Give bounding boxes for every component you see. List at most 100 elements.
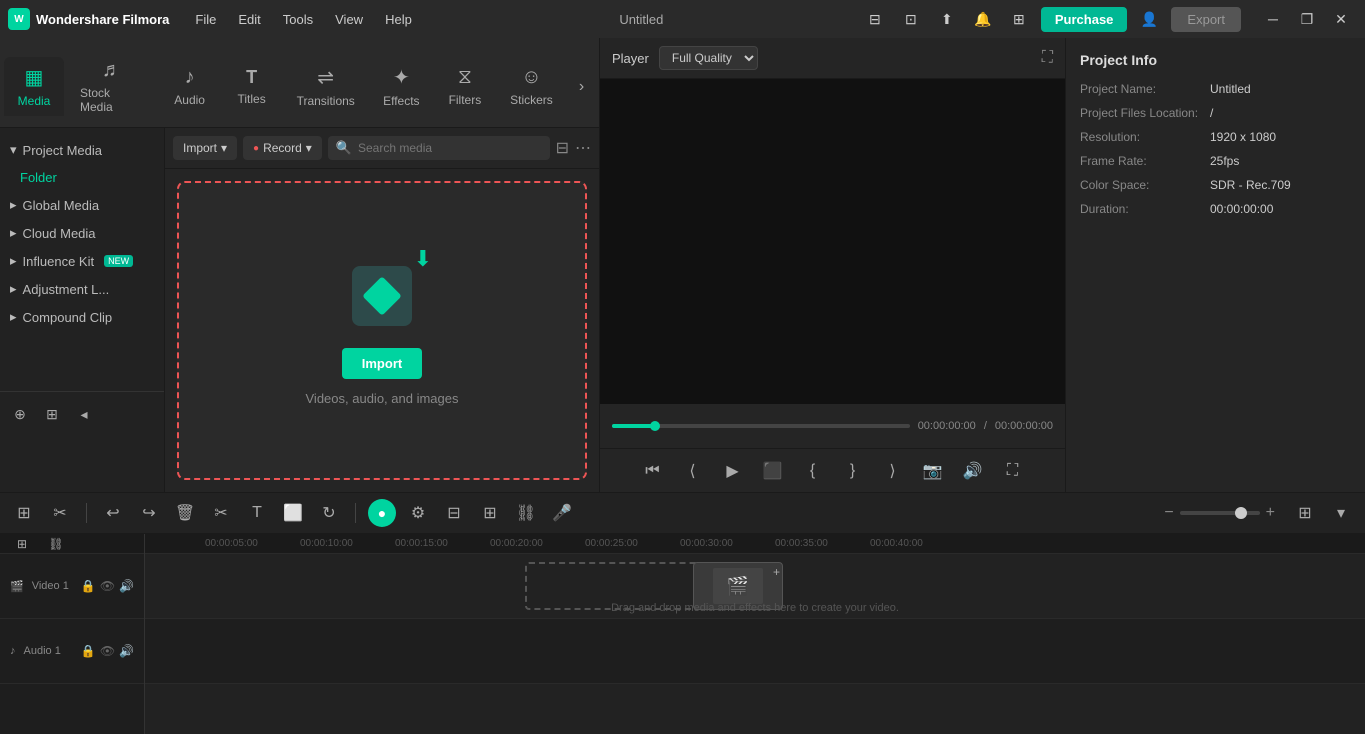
timeline-delete-icon[interactable]: 🗑 bbox=[171, 499, 199, 527]
player-step-back-icon[interactable]: ⟨ bbox=[678, 456, 708, 486]
timeline-split-icon[interactable]: ⊟ bbox=[440, 499, 468, 527]
track-link-icon[interactable]: ⛓ bbox=[42, 530, 70, 558]
timeline-tool-trim-icon[interactable]: ✂ bbox=[46, 499, 74, 527]
player-header: Player Full Quality 1/2 Quality 1/4 Qual… bbox=[600, 38, 1065, 79]
tab-audio[interactable]: ♪ Audio bbox=[160, 58, 220, 115]
sidebar-item-global-media[interactable]: ▸ Global Media bbox=[0, 191, 164, 219]
fullscreen-icon[interactable]: ⊡ bbox=[897, 5, 925, 33]
player-fullscreen-icon[interactable]: ⛶ bbox=[1042, 49, 1053, 67]
toolbar-separator-2 bbox=[355, 503, 356, 523]
zoom-slider[interactable] bbox=[1180, 511, 1260, 515]
search-input[interactable] bbox=[358, 141, 542, 155]
record-dropdown-icon: ▾ bbox=[306, 141, 312, 155]
timeline-link-icon[interactable]: ⛓ bbox=[512, 499, 540, 527]
minimize-window-icon[interactable]: ⊟ bbox=[861, 5, 889, 33]
clip-add-icon[interactable]: + bbox=[773, 565, 780, 579]
menu-tools[interactable]: Tools bbox=[273, 8, 323, 31]
media-tab-icon: ▦ bbox=[25, 65, 44, 90]
sidebar-item-adjustment[interactable]: ▸ Adjustment L... bbox=[0, 275, 164, 303]
notification-icon[interactable]: 🔔 bbox=[969, 5, 997, 33]
info-row-colorspace: Color Space: SDR - Rec.709 bbox=[1080, 178, 1351, 192]
sidebar-item-cloud-media[interactable]: ▸ Cloud Media bbox=[0, 219, 164, 247]
zoom-out-icon[interactable]: − bbox=[1164, 504, 1173, 522]
player-audio-icon[interactable]: 🔊 bbox=[958, 456, 988, 486]
menu-view[interactable]: View bbox=[325, 8, 373, 31]
upload-icon[interactable]: ⬆ bbox=[933, 5, 961, 33]
audio-track-eye-icon[interactable]: 👁 bbox=[100, 644, 115, 658]
timeline-undo-icon[interactable]: ↩ bbox=[99, 499, 127, 527]
audio-track-lock-icon[interactable]: 🔒 bbox=[81, 644, 96, 658]
tab-stickers[interactable]: ☺ Stickers bbox=[497, 58, 566, 115]
timeline-tool-select-icon[interactable]: ⊞ bbox=[10, 499, 38, 527]
timeline-record-button[interactable]: ● bbox=[368, 499, 396, 527]
player-snapshot-icon[interactable]: 📷 bbox=[918, 456, 948, 486]
sidebar-item-folder[interactable]: Folder bbox=[0, 164, 164, 191]
player-mark-out-icon[interactable]: } bbox=[838, 456, 868, 486]
collapse-sidebar-icon[interactable]: ◂ bbox=[72, 402, 96, 426]
timeline-record-icon: ● bbox=[378, 505, 386, 521]
drop-zone[interactable]: ⬇ Import Videos, audio, and images bbox=[177, 181, 587, 480]
tab-filters[interactable]: ⧖ Filters bbox=[435, 58, 495, 115]
player-stop-icon[interactable]: ⬛ bbox=[758, 456, 788, 486]
menu-help[interactable]: Help bbox=[375, 8, 422, 31]
menu-file[interactable]: File bbox=[185, 8, 226, 31]
tab-transitions[interactable]: ⇌ Transitions bbox=[284, 57, 368, 116]
tab-titles[interactable]: T Titles bbox=[222, 59, 282, 114]
window-maximize-button[interactable]: ❐ bbox=[1291, 5, 1323, 33]
titlebar-actions: ⊟ ⊡ ⬆ 🔔 ⊞ Purchase 👤 Export ─ ❐ ✕ bbox=[861, 5, 1357, 33]
import-button[interactable]: Import ▾ bbox=[173, 136, 237, 160]
sidebar-item-project-media[interactable]: ▾ Project Media bbox=[0, 136, 164, 164]
video-track-row[interactable]: 🎬 + Drag and drop media and effects here… bbox=[145, 554, 1365, 619]
timeline-cut-icon[interactable]: ✂ bbox=[207, 499, 235, 527]
export-button[interactable]: Export bbox=[1171, 7, 1241, 32]
timeline-group-icon[interactable]: ⊞ bbox=[476, 499, 504, 527]
tab-transitions-label: Transitions bbox=[297, 94, 355, 108]
track-add-sequence-icon[interactable]: ⊞ bbox=[8, 530, 36, 558]
timeline-more-icon[interactable]: ▾ bbox=[1327, 499, 1355, 527]
player-mark-in-icon[interactable]: { bbox=[798, 456, 828, 486]
zoom-in-icon[interactable]: + bbox=[1266, 504, 1275, 522]
quality-select[interactable]: Full Quality 1/2 Quality 1/4 Quality bbox=[659, 46, 758, 70]
more-options-icon[interactable]: ⋯ bbox=[575, 138, 591, 158]
media-panel: ▾ Project Media Folder ▸ Global Media ▸ … bbox=[0, 128, 599, 492]
tab-more-icon[interactable]: › bbox=[568, 73, 595, 101]
timeline-settings-icon[interactable]: ⚙ bbox=[404, 499, 432, 527]
player-step-forward-icon[interactable]: ⟩ bbox=[878, 456, 908, 486]
purchase-button[interactable]: Purchase bbox=[1041, 7, 1128, 32]
audio-track-row[interactable] bbox=[145, 619, 1365, 684]
tab-stock-media[interactable]: ♬ Stock Media bbox=[66, 51, 158, 122]
sidebar-item-influence-kit[interactable]: ▸ Influence Kit NEW bbox=[0, 247, 164, 275]
account-icon[interactable]: 👤 bbox=[1135, 5, 1163, 33]
timeline-grid-icon[interactable]: ⊞ bbox=[1291, 499, 1319, 527]
tab-effects[interactable]: ✦ Effects bbox=[370, 57, 433, 116]
timeline-voice-icon[interactable]: 🎤 bbox=[548, 499, 576, 527]
video-track-eye-icon[interactable]: 👁 bbox=[100, 579, 115, 593]
timeline-rotate-icon[interactable]: ↻ bbox=[315, 499, 343, 527]
player-expand-icon[interactable]: ⛶ bbox=[998, 456, 1028, 486]
player-rewind-icon[interactable]: ⏮ bbox=[638, 456, 668, 486]
sidebar-project-media-label: Project Media bbox=[23, 143, 102, 158]
player-progress-bar[interactable] bbox=[612, 424, 910, 428]
drop-import-button[interactable]: Import bbox=[342, 348, 422, 379]
audio-track-mute-icon[interactable]: 🔊 bbox=[119, 644, 134, 658]
video-track-mute-icon[interactable]: 🔊 bbox=[119, 579, 134, 593]
info-label-framerate: Frame Rate: bbox=[1080, 154, 1210, 168]
tab-media[interactable]: ▦ Media bbox=[4, 57, 64, 116]
sidebar-item-compound-clip[interactable]: ▸ Compound Clip bbox=[0, 303, 164, 331]
filter-icon[interactable]: ⊟ bbox=[556, 138, 569, 158]
info-row-framerate: Frame Rate: 25fps bbox=[1080, 154, 1351, 168]
video-track-lock-icon[interactable]: 🔒 bbox=[81, 579, 96, 593]
apps-icon[interactable]: ⊞ bbox=[1005, 5, 1033, 33]
timeline-text-icon[interactable]: T bbox=[243, 499, 271, 527]
add-media-icon[interactable]: ⊞ bbox=[40, 402, 64, 426]
window-minimize-button[interactable]: ─ bbox=[1257, 5, 1289, 33]
menu-edit[interactable]: Edit bbox=[228, 8, 270, 31]
player-play-icon[interactable]: ▶ bbox=[718, 456, 748, 486]
timeline-crop-icon[interactable]: ⬜ bbox=[279, 499, 307, 527]
drop-icon-wrap: ⬇ bbox=[342, 256, 422, 336]
compound-clip-arrow-icon: ▸ bbox=[10, 309, 17, 325]
add-folder-icon[interactable]: ⊕ bbox=[8, 402, 32, 426]
window-close-button[interactable]: ✕ bbox=[1325, 5, 1357, 33]
record-button[interactable]: ● Record ▾ bbox=[243, 136, 322, 160]
timeline-redo-icon[interactable]: ↪ bbox=[135, 499, 163, 527]
